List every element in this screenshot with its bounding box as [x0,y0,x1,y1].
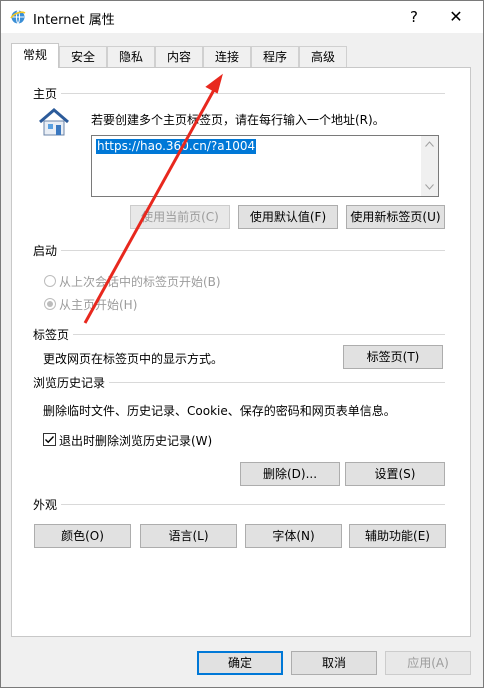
tab-connections[interactable]: 连接 [203,46,251,67]
window-title: Internet 属性 [33,13,115,28]
tabs-section-title: 标签页 [33,328,70,342]
homepage-section-title: 主页 [33,87,58,101]
homepage-url-textarea[interactable]: https://hao.360.cn/?a1004 [91,135,439,197]
internet-options-window: Internet 属性 ? ✕ 常规 安全 隐私 内容 连接 程序 高级 主页 … [0,0,484,688]
languages-button[interactable]: 语言(L) [140,524,237,548]
appearance-section-title: 外观 [33,498,58,512]
scroll-up-icon[interactable] [425,141,434,147]
accessibility-button[interactable]: 辅助功能(E) [349,524,446,548]
tab-advanced[interactable]: 高级 [299,46,347,67]
tab-security[interactable]: 安全 [59,46,107,67]
history-divider [109,382,445,383]
history-description: 删除临时文件、历史记录、Cookie、保存的密码和网页表单信息。 [43,404,396,418]
cancel-button[interactable]: 取消 [291,651,377,675]
fonts-button[interactable]: 字体(N) [245,524,342,548]
title-bar: Internet 属性 ? ✕ [1,1,483,33]
url-scrollbar[interactable] [421,136,438,196]
tabs-description: 更改网页在标签页中的显示方式。 [43,352,224,366]
startup-section-title: 启动 [33,244,58,258]
homepage-divider [61,93,445,94]
use-current-button[interactable]: 使用当前页(C) [130,205,230,229]
tab-content[interactable]: 内容 [155,46,203,67]
delete-on-exit-label: 退出时删除浏览历史记录(W) [59,434,213,448]
appearance-divider [61,504,445,505]
ie-globe-icon [10,10,26,24]
tab-general[interactable]: 常规 [11,43,59,68]
tabs-settings-button[interactable]: 标签页(T) [343,345,443,369]
help-button[interactable]: ? [399,3,429,31]
delete-history-button[interactable]: 删除(D)... [240,462,340,486]
checkmark-icon [45,436,55,444]
use-default-button[interactable]: 使用默认值(F) [238,205,338,229]
homepage-instruction: 若要创建多个主页标签页，请在每行输入一个地址(R)。 [91,113,385,127]
tab-programs[interactable]: 程序 [251,46,299,67]
use-new-tab-button[interactable]: 使用新标签页(U) [346,205,445,229]
ok-button[interactable]: 确定 [197,651,283,675]
scroll-down-icon[interactable] [425,184,434,190]
tabs-divider [73,334,445,335]
start-homepage-label: 从主页开始(H) [59,298,138,312]
history-settings-button[interactable]: 设置(S) [345,462,445,486]
startup-divider [61,250,445,251]
delete-on-exit-checkbox[interactable] [43,433,56,446]
start-homepage-radio[interactable] [44,298,56,310]
tab-privacy[interactable]: 隐私 [107,46,155,67]
start-last-session-radio[interactable] [44,275,56,287]
radio-selected-dot [47,301,53,307]
start-last-session-label: 从上次会话中的标签页开始(B) [59,275,221,289]
history-section-title: 浏览历史记录 [33,376,106,390]
close-button[interactable]: ✕ [441,3,471,31]
colors-button[interactable]: 颜色(O) [34,524,131,548]
homepage-url-text: https://hao.360.cn/?a1004 [96,139,257,154]
apply-button[interactable]: 应用(A) [385,651,471,675]
house-icon [39,108,69,136]
